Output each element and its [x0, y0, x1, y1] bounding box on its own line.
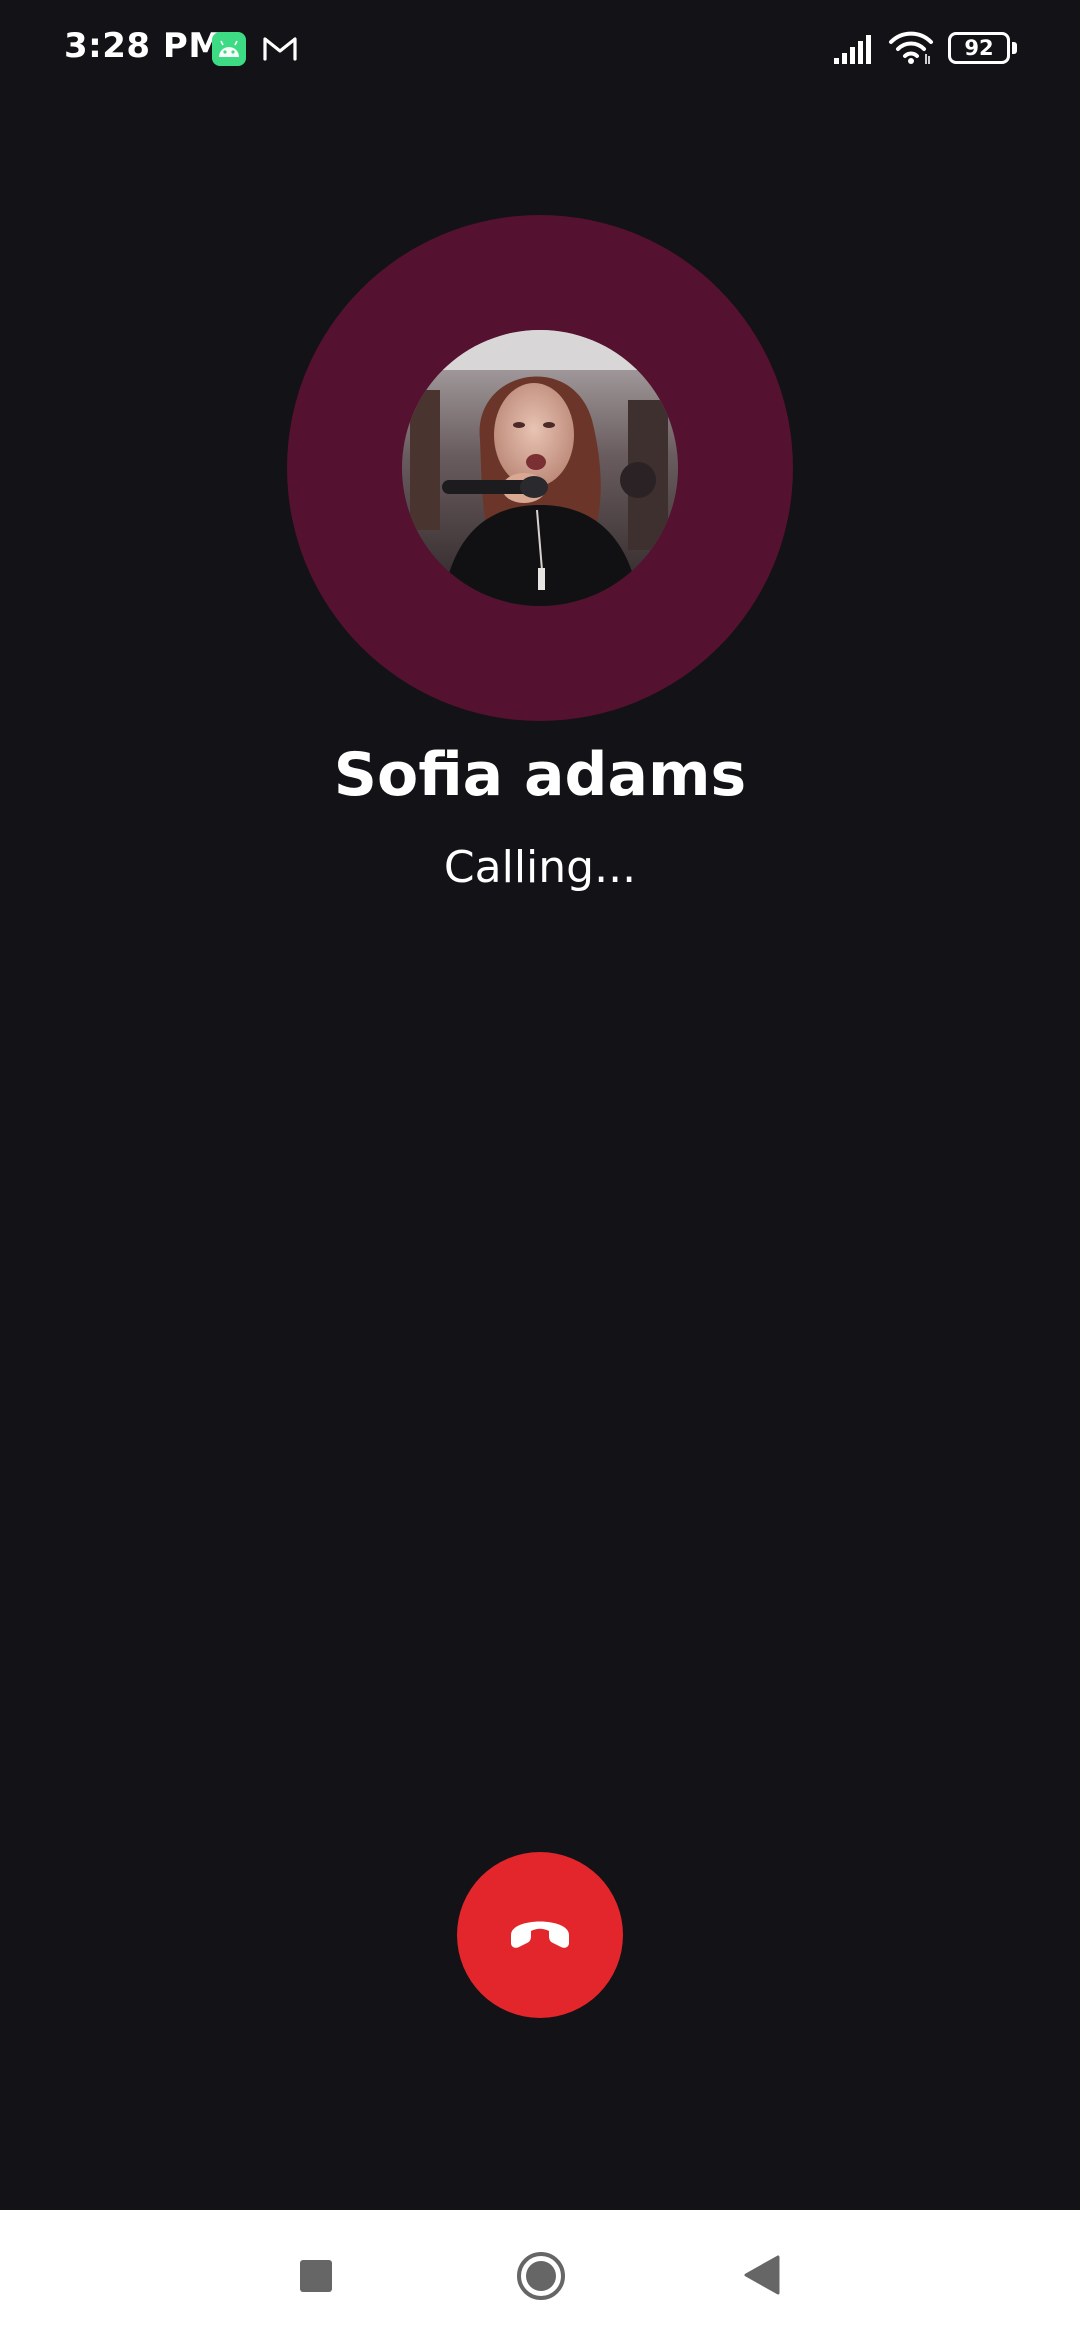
caller-name: Sofia adams: [333, 740, 747, 810]
battery-icon: 92: [948, 32, 1010, 64]
status-time: 3:28 PM: [64, 26, 223, 66]
home-icon[interactable]: [515, 2250, 567, 2302]
back-icon[interactable]: [742, 2254, 782, 2296]
android-app-icon: [212, 32, 246, 66]
status-bar: 3:28 PM 92: [0, 0, 1080, 100]
recent-apps-icon[interactable]: [300, 2260, 332, 2292]
battery-tip: [1012, 42, 1017, 54]
hang-up-icon: [511, 1921, 569, 1948]
end-call-button[interactable]: [457, 1852, 623, 2018]
gmail-icon: [262, 34, 298, 66]
avatar: [402, 330, 678, 606]
navigation-bar: [0, 2210, 1080, 2340]
wifi-icon: [888, 30, 934, 70]
call-status: Calling...: [443, 842, 637, 893]
signal-icon: [832, 32, 876, 70]
